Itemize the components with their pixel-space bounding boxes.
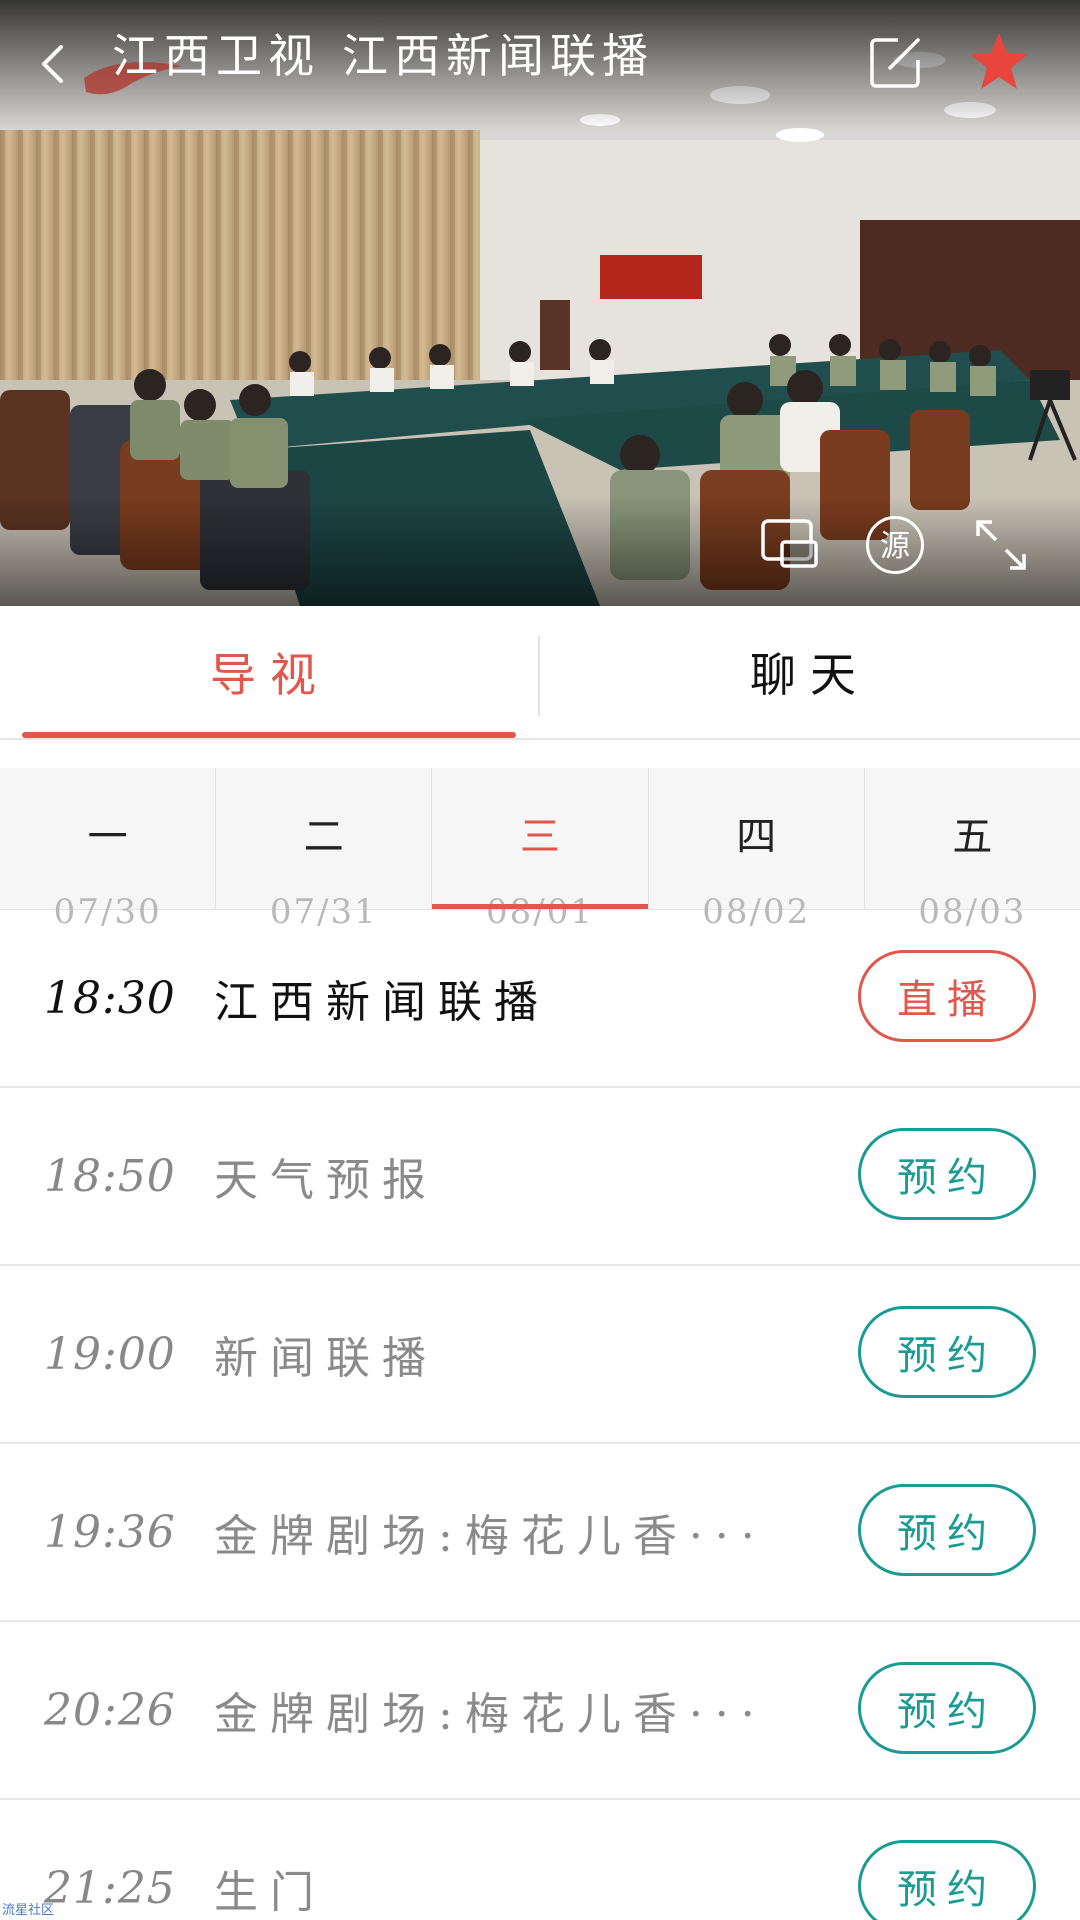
reserve-button[interactable]: 预约 <box>858 1484 1036 1576</box>
channel-name: 江西卫视 <box>112 29 320 83</box>
favorite-button[interactable] <box>968 30 1030 92</box>
program-title: 江西新闻联播 <box>214 977 550 1028</box>
back-button[interactable] <box>30 36 74 92</box>
live-button[interactable]: 直播 <box>858 950 1036 1042</box>
program-row[interactable]: 21:25 生门 预约 <box>0 1800 1080 1920</box>
tab-guide[interactable]: 导视 <box>0 606 540 738</box>
video-player[interactable]: 江西卫视 江西新闻联播 源 <box>0 0 1080 606</box>
program-time: 18:50 <box>44 1150 176 1202</box>
day-weekday: 四 <box>736 814 777 860</box>
tab-chat[interactable]: 聊天 <box>540 606 1080 738</box>
program-title: 金牌剧场:梅花儿香··· <box>214 1689 767 1740</box>
day-tab-2[interactable]: 二 07/31 <box>216 768 433 932</box>
program-time: 21:25 <box>44 1862 176 1914</box>
day-tab-5[interactable]: 五 08/03 <box>865 768 1080 932</box>
day-weekday: 二 <box>303 814 344 860</box>
program-row[interactable]: 19:36 金牌剧场:梅花儿香··· 预约 <box>0 1444 1080 1622</box>
program-row[interactable]: 18:50 天气预报 预约 <box>0 1088 1080 1266</box>
program-time: 18:30 <box>44 972 176 1024</box>
day-weekday: 三 <box>520 814 560 860</box>
edit-button[interactable] <box>868 34 924 90</box>
main-tabs: 导视 聊天 <box>0 606 1080 740</box>
picture-in-picture-icon <box>761 519 818 568</box>
program-row[interactable]: 18:30 江西新闻联播 直播 <box>0 910 1080 1088</box>
edit-icon <box>870 38 920 88</box>
program-row[interactable]: 19:00 新闻联播 预约 <box>0 1266 1080 1444</box>
fullscreen-button[interactable] <box>974 518 1028 572</box>
program-time: 20:26 <box>44 1684 176 1736</box>
day-weekday: 一 <box>87 814 128 860</box>
expand-icon <box>976 520 1026 570</box>
program-title: 生门 <box>214 1867 326 1918</box>
day-selector: 一 07/30 二 07/31 三 08/01 四 08/02 五 08/03 <box>0 768 1080 932</box>
day-tab-4[interactable]: 四 08/02 <box>649 768 865 932</box>
day-tab-3[interactable]: 三 08/01 <box>432 768 649 932</box>
reserve-button[interactable]: 预约 <box>858 1128 1036 1220</box>
chevron-left-icon <box>42 45 63 83</box>
program-schedule: 18:30 江西新闻联播 直播 18:50 天气预报 预约 19:00 新闻联播… <box>0 910 1080 1920</box>
program-row[interactable]: 20:26 金牌剧场:梅花儿香··· 预约 <box>0 1622 1080 1800</box>
video-title: 江西卫视 江西新闻联播 <box>112 30 654 82</box>
active-tab-indicator <box>22 732 516 738</box>
reserve-button[interactable]: 预约 <box>858 1840 1036 1920</box>
reserve-button[interactable]: 预约 <box>858 1306 1036 1398</box>
picture-in-picture-button[interactable] <box>760 518 820 570</box>
program-title: 天气预报 <box>214 1155 438 1206</box>
program-time: 19:00 <box>44 1328 176 1380</box>
program-title: 金牌剧场:梅花儿香··· <box>214 1511 767 1562</box>
star-icon <box>970 33 1028 89</box>
program-name: 江西新闻联播 <box>342 29 654 83</box>
program-time: 19:36 <box>44 1506 176 1558</box>
program-title: 新闻联播 <box>214 1333 438 1384</box>
source-button[interactable]: 源 <box>866 516 924 574</box>
watermark: 流星社区 <box>2 1903 55 1918</box>
day-weekday: 五 <box>952 814 993 860</box>
reserve-button[interactable]: 预约 <box>858 1662 1036 1754</box>
day-tab-1[interactable]: 一 07/30 <box>0 768 217 932</box>
